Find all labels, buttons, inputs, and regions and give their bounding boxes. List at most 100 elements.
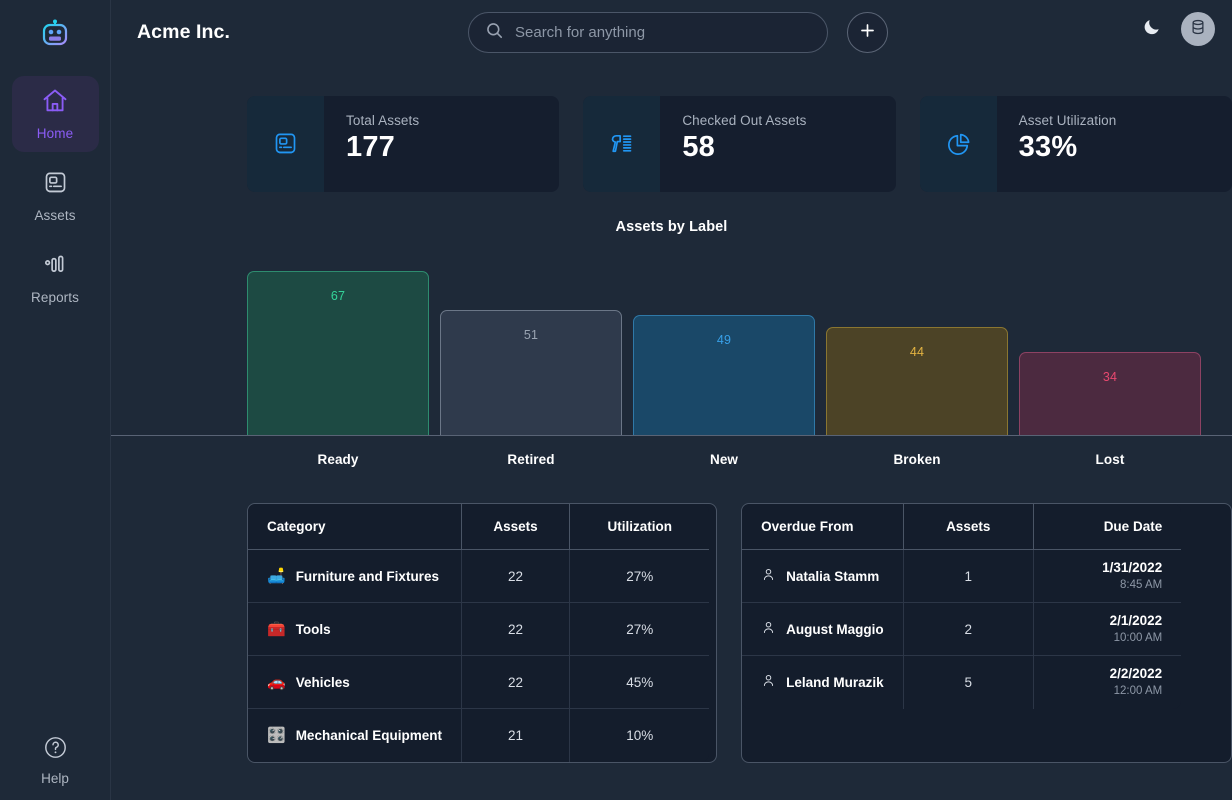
person-icon <box>761 567 776 585</box>
cell-utilization: 45% <box>568 655 710 709</box>
pie-chart-icon <box>919 96 997 192</box>
stat-card-asset-utilization[interactable]: Asset Utilization 33% <box>919 96 1232 192</box>
category-table: Category Assets Utilization 🛋️ Furniture … <box>247 503 718 763</box>
stat-title: Asset Utilization <box>1018 113 1117 128</box>
due-time: 8:45 AM <box>1120 578 1163 591</box>
chart-bar-value: 34 <box>1102 369 1118 384</box>
category-name: Mechanical Equipment <box>295 727 442 743</box>
cell-person: August Maggio <box>742 602 904 656</box>
column-header-due-date[interactable]: Due Date <box>1032 504 1182 550</box>
chart-bar-value: 67 <box>330 289 346 304</box>
due-date: 2/1/2022 <box>1109 612 1163 628</box>
chart-bar[interactable]: 44 <box>826 327 1008 435</box>
stat-cards: Total Assets 177 Checked Out Assets 58 A… <box>111 65 1232 192</box>
add-button[interactable] <box>847 12 888 53</box>
sidebar-item-label-assets: Assets <box>34 207 76 223</box>
stat-value: 177 <box>346 131 395 163</box>
reports-icon <box>42 252 69 284</box>
page-title: Acme Inc. <box>137 21 231 43</box>
assets-by-label-chart: Assets by Label 67 51 49 44 34 Ready Retired N… <box>111 219 1232 467</box>
avatar[interactable] <box>1181 12 1215 46</box>
sidebar-nav: Home Assets Reports <box>0 76 110 322</box>
chart-bar-value: 49 <box>716 333 732 348</box>
sidebar-item-label-home: Home <box>36 126 74 141</box>
robot-logo-icon[interactable] <box>35 14 75 54</box>
due-date: 1/31/2022 <box>1102 559 1163 575</box>
cell-person: Natalia Stamm <box>742 549 904 603</box>
sidebar-item-home[interactable]: Home <box>11 76 99 152</box>
table-header-row: Overdue From Assets Due Date <box>742 504 1182 550</box>
search-box[interactable] <box>468 12 828 53</box>
cell-due-date: 2/1/2022 10:00 AM <box>1032 602 1182 656</box>
moon-icon <box>1142 17 1162 42</box>
table-row[interactable]: 🧰 Tools 22 27% <box>248 602 710 656</box>
column-header-utilization[interactable]: Utilization <box>568 504 710 550</box>
table-row[interactable]: 🛋️ Furniture and Fixtures 22 27% <box>248 549 710 603</box>
person-name: Leland Murazik <box>786 674 884 690</box>
table-header-row: Category Assets Utilization <box>248 504 710 550</box>
category-name: Furniture and Fixtures <box>295 568 439 584</box>
chart-bar[interactable]: 49 <box>633 315 815 435</box>
cell-utilization: 27% <box>568 549 710 603</box>
category-emoji-icon: 🧰 <box>267 620 286 638</box>
category-emoji-icon: 🚗 <box>267 673 286 691</box>
chart-x-label: Ready <box>317 452 359 467</box>
cell-due-date: 1/31/2022 8:45 AM <box>1032 549 1182 603</box>
person-icon <box>761 620 776 638</box>
cell-assets: 22 <box>460 655 570 709</box>
sidebar-item-label-reports: Reports <box>31 289 79 305</box>
home-icon <box>41 87 69 120</box>
sidebar-item-label-help: Help <box>41 771 69 786</box>
table-row[interactable]: Natalia Stamm 1 1/31/2022 8:45 AM <box>742 549 1182 603</box>
overdue-table: Overdue From Assets Due Date Natalia Sta… <box>741 503 1232 763</box>
column-header-category[interactable]: Category <box>248 504 462 550</box>
search-icon <box>485 21 504 45</box>
chart-x-label: Retired <box>507 452 555 467</box>
assets-icon <box>42 170 69 202</box>
cell-person: Leland Murazik <box>742 656 903 709</box>
chart-bar[interactable]: 51 <box>440 310 622 435</box>
cell-category: 🧰 Tools <box>248 602 462 656</box>
cell-category: 🛋️ Furniture and Fixtures <box>248 549 462 603</box>
sidebar-item-reports[interactable]: Reports <box>12 240 99 316</box>
cell-utilization: 27% <box>568 602 710 656</box>
cell-assets: 1 <box>902 549 1034 603</box>
person-icon <box>761 673 776 691</box>
search-input[interactable] <box>515 24 811 41</box>
table-row[interactable]: Leland Murazik 5 2/2/2022 12:00 AM <box>742 655 1182 709</box>
chart-x-label: Broken <box>893 452 941 467</box>
cell-assets: 22 <box>460 602 570 656</box>
person-name: August Maggio <box>786 621 884 637</box>
cell-assets: 21 <box>460 708 570 762</box>
column-header-overdue-from[interactable]: Overdue From <box>742 504 904 550</box>
stat-card-checked-out-assets[interactable]: Checked Out Assets 58 <box>583 96 896 192</box>
cell-utilization: 10% <box>568 708 710 762</box>
barcode-scanner-icon <box>583 96 661 192</box>
category-emoji-icon: 🛋️ <box>267 567 286 585</box>
sidebar-item-assets[interactable]: Assets <box>12 158 99 234</box>
cell-due-date: 2/2/2022 12:00 AM <box>1032 655 1182 709</box>
stat-card-total-assets[interactable]: Total Assets 177 <box>247 96 560 192</box>
cell-category: 🚗 Vehicles <box>248 655 462 709</box>
database-icon <box>1189 18 1207 41</box>
category-emoji-icon: 🎛️ <box>267 726 286 744</box>
help-circle-icon <box>43 735 68 765</box>
chart-bar[interactable]: 34 <box>1019 351 1201 435</box>
column-header-assets[interactable]: Assets <box>902 504 1034 550</box>
due-date: 2/2/2022 <box>1109 666 1163 682</box>
stat-title: Total Assets <box>346 113 420 128</box>
cell-assets: 5 <box>902 655 1034 709</box>
table-row[interactable]: 🚗 Vehicles 22 45% <box>248 655 710 709</box>
column-header-assets[interactable]: Assets <box>460 504 570 550</box>
chart-bar-value: 51 <box>523 328 539 343</box>
chart-x-label: New <box>709 452 739 467</box>
table-row[interactable]: August Maggio 2 2/1/2022 10:00 AM <box>742 602 1182 656</box>
category-name: Tools <box>295 621 331 637</box>
chart-bar[interactable]: 67 <box>247 271 429 435</box>
theme-toggle-button[interactable] <box>1139 16 1165 42</box>
sidebar-item-help[interactable]: Help <box>0 735 110 786</box>
header: Acme Inc. <box>111 0 1232 65</box>
asset-box-icon <box>247 96 324 192</box>
table-row[interactable]: 🎛️ Mechanical Equipment 21 10% <box>248 708 710 762</box>
stat-value: 33% <box>1018 131 1078 163</box>
